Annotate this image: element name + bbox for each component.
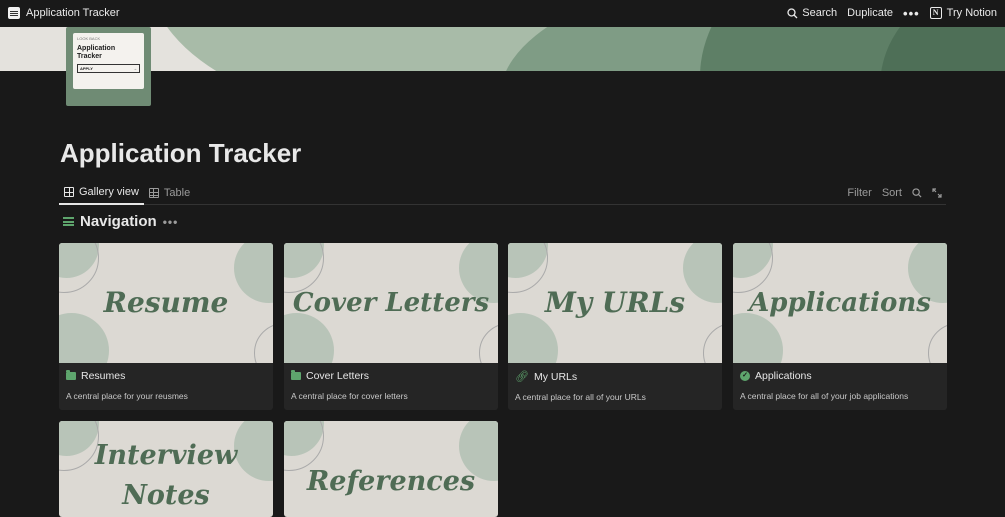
- gallery-icon: [64, 186, 74, 197]
- icon-title: Application Tracker: [77, 45, 116, 60]
- card-cover-text: My URLs: [544, 286, 686, 319]
- card-cover-text: Resume: [103, 286, 229, 319]
- tab-gallery-view[interactable]: Gallery view: [59, 181, 144, 205]
- check-circle-icon: ✓: [740, 371, 750, 381]
- gallery-card-resumes[interactable]: Resume Resumes A central place for your …: [59, 243, 273, 410]
- notion-logo-icon: N: [929, 7, 942, 19]
- card-description: A central place for cover letters: [291, 391, 408, 401]
- gallery-card-interview-notes[interactable]: Interview Notes: [59, 421, 273, 517]
- page-icon: [8, 7, 20, 19]
- card-cover: Cover Letters: [284, 243, 498, 363]
- search-label: Search: [802, 7, 838, 19]
- card-cover: My URLs: [508, 243, 722, 363]
- try-notion-button[interactable]: N Try Notion: [929, 7, 997, 19]
- navigation-more-icon[interactable]: •••: [163, 215, 179, 229]
- card-cover: Interview Notes: [59, 421, 273, 517]
- sort-button[interactable]: Sort: [882, 187, 902, 199]
- folder-icon: [66, 370, 76, 380]
- card-title: Cover Letters: [306, 370, 370, 382]
- page-icon-image[interactable]: LOOK BACK Application Tracker APPLY →: [66, 27, 151, 106]
- card-description: A central place for your reusmes: [66, 391, 188, 401]
- card-title: My URLs: [533, 370, 578, 383]
- topbar-actions: Search Duplicate ••• N Try Notion: [787, 6, 997, 21]
- search-icon[interactable]: [912, 187, 922, 198]
- search-button[interactable]: Search: [787, 7, 837, 19]
- expand-icon[interactable]: [932, 187, 942, 198]
- card-description: A central place for all of your job appl…: [740, 391, 909, 401]
- search-icon: [787, 7, 798, 18]
- view-tools: Filter Sort: [847, 187, 946, 199]
- link-icon: 🔗︎: [515, 371, 529, 383]
- view-tabs: Gallery view Table Filter Sort: [59, 181, 946, 205]
- card-title: Resumes: [81, 370, 126, 382]
- try-notion-label: Try Notion: [946, 7, 997, 19]
- card-cover: Applications: [733, 243, 947, 363]
- filter-button[interactable]: Filter: [847, 187, 871, 199]
- gallery-card-references[interactable]: References: [284, 421, 498, 517]
- page-title: Application Tracker: [60, 138, 302, 168]
- card-title: Applications: [755, 370, 812, 382]
- navigation-label: Navigation: [80, 213, 157, 230]
- icon-tiny-text: LOOK BACK: [77, 36, 101, 41]
- card-cover-text: Applications: [749, 288, 931, 318]
- duplicate-button[interactable]: Duplicate: [847, 7, 893, 19]
- card-cover-text: Cover Letters: [292, 288, 490, 318]
- top-bar: Application Tracker Search Duplicate •••…: [0, 0, 1005, 26]
- card-cover-text: References: [306, 466, 476, 497]
- breadcrumb-title[interactable]: Application Tracker: [26, 7, 120, 19]
- card-description: A central place for all of your URLs: [515, 392, 646, 402]
- gallery-card-my-urls[interactable]: My URLs 🔗︎ My URLs A central place for al…: [508, 243, 722, 410]
- list-icon: [63, 217, 74, 226]
- card-cover: References: [284, 421, 498, 517]
- gallery-card-cover-letters[interactable]: Cover Letters Cover Letters A central pl…: [284, 243, 498, 410]
- gallery-card-applications[interactable]: Applications ✓ Applications A central pla…: [733, 243, 947, 410]
- navigation-heading: Navigation •••: [63, 213, 178, 230]
- icon-apply-label: APPLY →: [77, 64, 140, 73]
- card-cover: Resume: [59, 243, 273, 363]
- more-options-icon[interactable]: •••: [903, 6, 920, 21]
- folder-icon: [291, 370, 301, 380]
- card-cover-text: Interview Notes: [94, 440, 238, 511]
- table-icon: [148, 187, 159, 198]
- tab-table[interactable]: Table: [144, 181, 195, 205]
